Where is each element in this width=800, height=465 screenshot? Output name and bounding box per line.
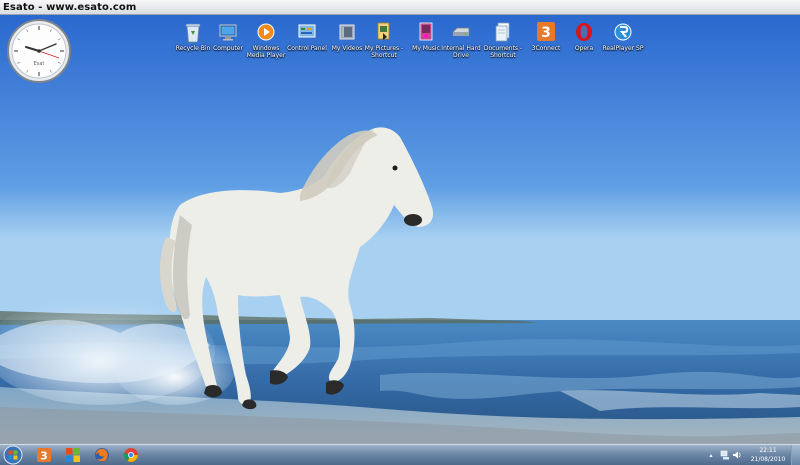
opera-icon [576,23,592,41]
music-folder-icon [419,22,433,41]
desktop-icon-internal-hard-drive[interactable]: Internal Hard Drive [439,21,483,59]
taskbar: 3 ▴ 22:11 21/08/2010 [0,444,800,465]
desktop-icon-label: 3Connect [531,45,561,52]
desktop-icon-label: Control Panel [287,45,327,52]
tray-time[interactable]: 22:11 [746,447,790,454]
window-title: Esato - www.esato.com [3,1,137,13]
taskbar-pin-firefox[interactable] [94,447,110,463]
control-panel-icon [298,24,316,38]
clock-brand: Esat [34,61,45,67]
start-button[interactable] [3,445,23,465]
desktop-icon-opera[interactable]: Opera [562,21,606,52]
desktop-icon-label: RealPlayer SP [602,45,644,52]
taskbar-pin-apps[interactable] [65,447,81,463]
realplayer-icon [614,23,632,41]
taskbar-pin-3connect[interactable]: 3 [36,447,52,463]
taskbar-pin-chrome[interactable] [123,447,139,463]
desktop-icon-label: Computer [213,45,243,52]
videos-folder-icon [339,24,355,40]
desktop-icon-label: My Videos [331,45,363,52]
desktop-icon-windows-media-player[interactable]: Windows Media Player [244,21,288,59]
computer-icon [219,24,237,41]
media-player-icon [257,23,275,41]
title-bar: Esato - www.esato.com [0,0,800,15]
pictures-folder-icon [377,22,390,40]
tray-date[interactable]: 21/08/2010 [746,456,790,463]
three-connect-icon: 3 [537,22,555,41]
desktop-icon-documents[interactable]: Documents - Shortcut [481,21,525,59]
desktop-icon-label: My Music [412,45,440,52]
desktop-icon-label: Documents - Shortcut [483,45,523,59]
hard-drive-icon [452,27,470,36]
desktop-icon-label: Internal Hard Drive [441,45,481,59]
desktop[interactable]: Esat Recycle Bin Computer Windows Media … [0,15,800,444]
desktop-icon-realplayer[interactable]: RealPlayer SP [601,21,645,52]
chrome-icon [123,448,138,462]
firefox-icon [95,448,109,462]
network-icon[interactable] [720,450,730,460]
desktop-icon-label: Opera [574,45,594,52]
three-connect-icon: 3 [37,448,51,463]
desktop-icon-control-panel[interactable]: Control Panel [285,21,329,52]
svg-text:3: 3 [40,450,48,463]
desktop-icon-my-pictures[interactable]: My Pictures - Shortcut [362,21,406,59]
clock-gadget[interactable]: Esat [6,18,72,84]
show-desktop-button[interactable] [791,445,800,465]
desktop-icon-label: Windows Media Player [246,45,286,59]
tray-expand-icon[interactable]: ▴ [706,452,716,459]
wallpaper-horse-beach [0,15,800,444]
app-tiles-icon [66,448,80,462]
recycle-bin-icon [185,23,201,43]
system-tray: ▴ 22:11 21/08/2010 [709,445,800,465]
volume-icon[interactable] [732,450,742,460]
desktop-icon-label: My Pictures - Shortcut [364,45,404,59]
documents-icon [495,22,510,42]
svg-text:3: 3 [541,25,551,41]
